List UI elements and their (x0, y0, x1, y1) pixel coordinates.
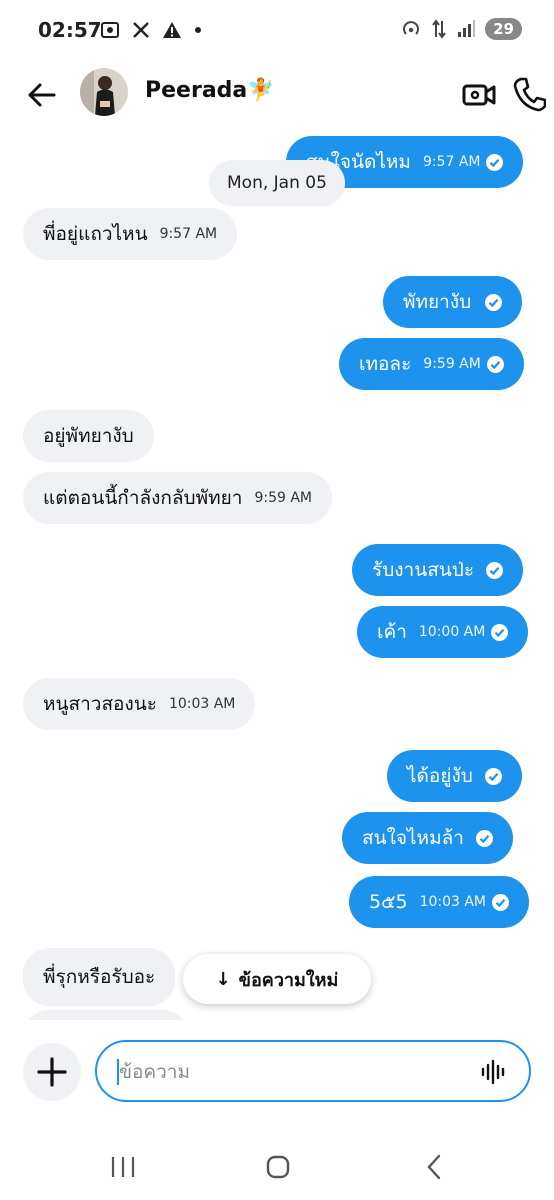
status-bar: 02:57 29 (0, 0, 554, 62)
message-text: พี่รุกหรือรับอะ (43, 966, 156, 988)
message-text: เทอละ (359, 353, 412, 375)
system-nav-bar (0, 1130, 554, 1200)
arrow-left-icon[interactable] (24, 78, 58, 112)
message-time: 10:03 AM (419, 894, 487, 910)
message-time: 9:59 AM (423, 356, 481, 372)
status-left-icons (100, 20, 202, 40)
contact-name-text: Peerada (145, 78, 248, 103)
message-text: แต่ตอนนี้กำลังกลับพัทยา (43, 487, 243, 509)
data-arrows-icon (432, 19, 446, 39)
message-bubble-outgoing[interactable]: รับงานสนป่ะ (352, 544, 524, 596)
text-caret (117, 1059, 119, 1085)
new-messages-button[interactable]: ↓ ข้อความใหม่ (183, 954, 371, 1004)
screen-record-icon (101, 22, 119, 38)
message-text: เค้า (377, 621, 407, 643)
add-attachment-button[interactable] (23, 1043, 81, 1101)
message-input[interactable] (117, 1056, 461, 1088)
phone-icon[interactable] (512, 76, 546, 112)
read-check-icon (485, 293, 503, 311)
battery-indicator: 29 (485, 18, 522, 40)
chat-header: Peerada🧚 (0, 62, 554, 126)
message-input-box[interactable] (95, 1040, 531, 1102)
dot-icon (195, 27, 201, 33)
arrow-down-icon: ↓ (215, 968, 231, 990)
hotspot-icon (403, 21, 420, 35)
message-bubble-outgoing[interactable]: 5๕5 10:03 AM (349, 876, 530, 928)
message-bubble-incoming[interactable]: พี่รุกหรือรับอะ (23, 948, 176, 1006)
date-separator: Mon, Jan 05 (209, 160, 345, 206)
x-logo-icon (133, 22, 149, 38)
read-check-icon (475, 829, 493, 847)
voice-waveform-icon[interactable] (481, 1059, 507, 1085)
message-time: 10:03 AM (168, 696, 236, 712)
message-bubble-outgoing[interactable]: เค้า 10:00 AM (357, 606, 529, 658)
message-text: สนใจไหมล้า (362, 827, 464, 849)
read-check-icon (486, 355, 504, 373)
message-bubble-incoming-partial[interactable] (23, 1010, 189, 1020)
message-bubble-incoming[interactable]: แต่ตอนนี้กำลังกลับพัทยา 9:59 AM (23, 472, 333, 524)
read-check-icon (492, 893, 510, 911)
message-text: อยู่พัทยางับ (43, 425, 134, 447)
home-icon[interactable] (266, 1155, 290, 1179)
message-bubble-outgoing[interactable]: สนใจไหมล้า (342, 812, 513, 864)
signal-icon (458, 20, 476, 37)
recent-apps-icon[interactable] (110, 1156, 136, 1178)
message-composer (0, 1030, 554, 1120)
message-bubble-outgoing[interactable]: พัทยางับ (383, 276, 523, 328)
message-text: หนูสาวสองนะ (43, 693, 157, 715)
read-check-icon (486, 153, 504, 171)
new-messages-label: ข้อความใหม่ (238, 969, 339, 991)
status-right-icons: 29 (401, 18, 522, 40)
message-bubble-outgoing[interactable]: ได้อยู่งับ (387, 750, 522, 802)
message-bubble-incoming[interactable]: หนูสาวสองนะ 10:03 AM (23, 678, 256, 730)
video-call-icon[interactable] (462, 78, 496, 112)
message-time: 9:59 AM (254, 490, 313, 506)
message-text: 5๕5 (369, 891, 408, 913)
message-text: พัทยางับ (403, 291, 472, 313)
message-time: 10:00 AM (418, 624, 486, 640)
plus-icon (37, 1057, 67, 1087)
read-check-icon (484, 767, 502, 785)
message-text: พี่อยู่แถวไหน (43, 223, 148, 245)
status-time: 02:57 (38, 18, 102, 42)
message-bubble-incoming[interactable]: อยู่พัทยางับ (23, 410, 154, 462)
message-bubble-incoming[interactable]: พี่อยู่แถวไหน 9:57 AM (23, 208, 238, 260)
contact-name[interactable]: Peerada🧚 (145, 78, 275, 103)
warning-icon (163, 22, 181, 38)
read-check-icon (486, 561, 504, 579)
message-time: 9:57 AM (422, 154, 481, 170)
message-list[interactable]: สนใจนัดไหม 9:57 AM Mon, Jan 05 พี่อยู่แถ… (0, 126, 554, 1020)
message-text: ได้อยู่งับ (407, 765, 473, 787)
fairy-emoji: 🧚 (247, 78, 275, 103)
message-text: รับงานสนป่ะ (372, 559, 475, 581)
message-bubble-outgoing[interactable]: เทอละ 9:59 AM (339, 338, 524, 390)
read-check-icon (491, 623, 509, 641)
avatar[interactable] (80, 68, 128, 116)
back-icon[interactable] (426, 1154, 442, 1180)
message-time: 9:57 AM (159, 226, 218, 242)
